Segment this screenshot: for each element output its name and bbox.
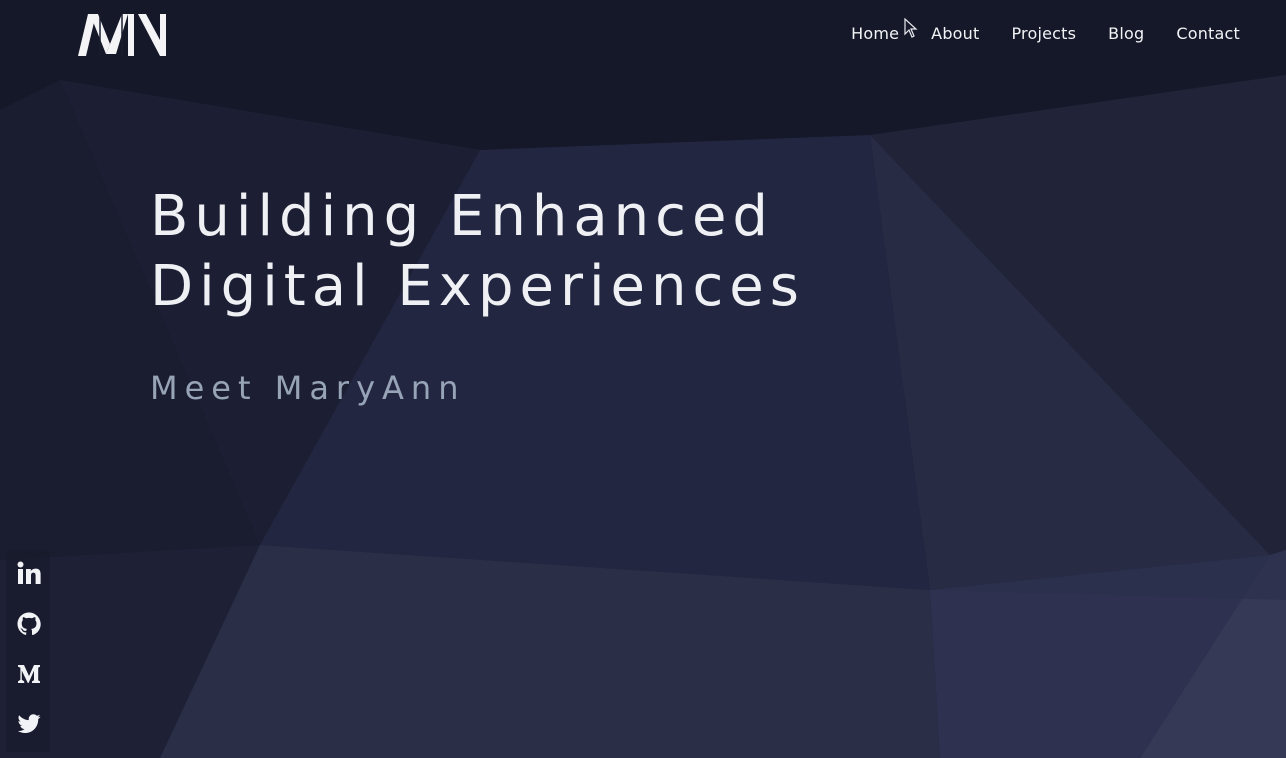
twitter-link[interactable] [16, 711, 42, 737]
mouse-cursor-icon [904, 18, 918, 38]
hero-title: Building Enhanced Digital Experiences [150, 182, 805, 322]
logo[interactable] [76, 10, 168, 58]
site-header: Home About Projects Blog Contact [0, 0, 1286, 72]
hero-subtitle: Meet MaryAnn [150, 369, 466, 407]
hero-title-line-2: Digital Experiences [150, 254, 805, 319]
mn-logo-icon [78, 14, 166, 56]
nav-projects[interactable]: Projects [995, 22, 1092, 46]
main-nav: Home About Projects Blog Contact [835, 22, 1256, 46]
medium-icon [18, 665, 40, 683]
nav-about[interactable]: About [915, 22, 995, 46]
page: Home About Projects Blog Contact Buildin… [0, 0, 1286, 758]
linkedin-icon [17, 561, 41, 584]
github-icon [17, 612, 41, 636]
medium-link[interactable] [16, 661, 42, 687]
nav-contact[interactable]: Contact [1160, 22, 1256, 46]
twitter-icon [17, 714, 41, 733]
nav-blog[interactable]: Blog [1092, 22, 1160, 46]
hero-title-line-1: Building Enhanced [150, 184, 774, 249]
github-link[interactable] [16, 611, 42, 637]
linkedin-link[interactable] [16, 560, 42, 586]
social-sidebar [6, 550, 50, 752]
